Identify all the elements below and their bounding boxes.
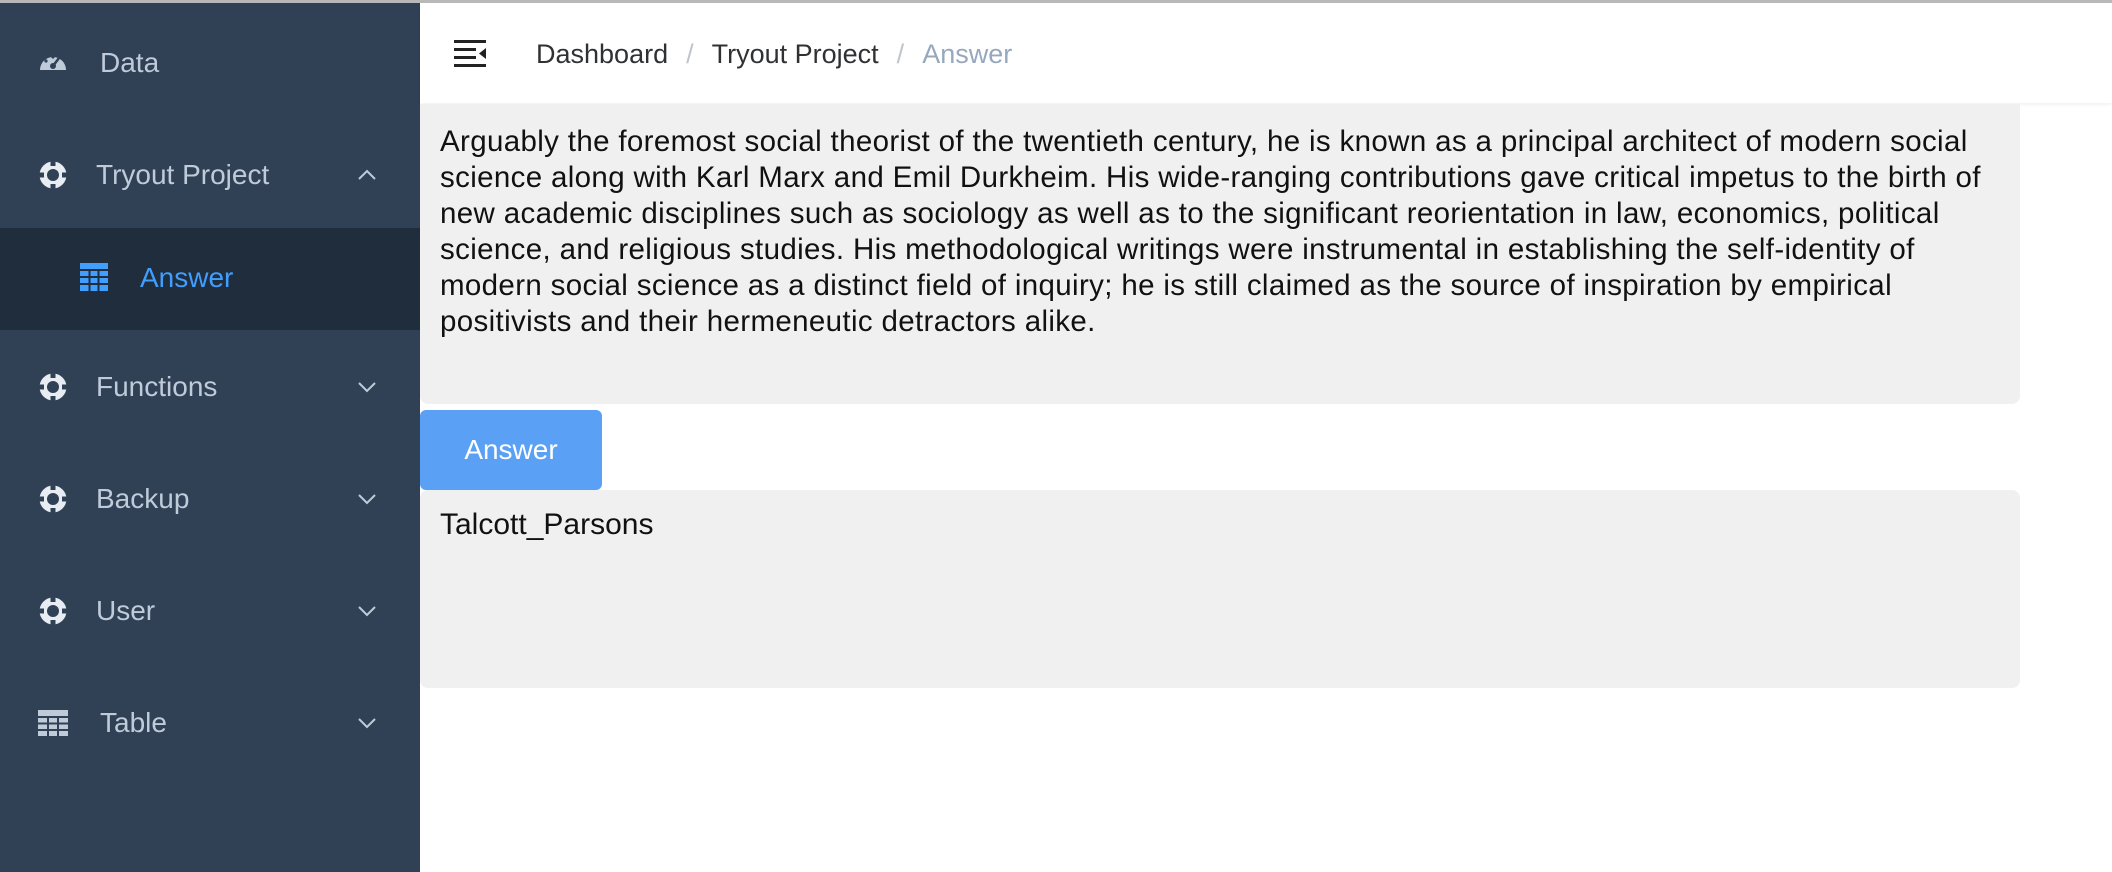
sidebar-item-backup[interactable]: Backup <box>0 449 420 549</box>
settings-icon <box>38 160 68 190</box>
sidebar-item-label: Data <box>100 47 160 78</box>
sidebar-item-label: User <box>96 595 156 626</box>
menu-fold-icon[interactable] <box>454 39 486 69</box>
sidebar-item-label: Functions <box>96 371 218 402</box>
question-text: Arguably the foremost social theorist of… <box>420 104 2020 404</box>
table-icon <box>38 710 68 736</box>
chevron-down-icon <box>358 382 376 393</box>
chevron-down-icon <box>358 606 376 617</box>
sidebar-item-data[interactable]: Data <box>0 13 420 113</box>
settings-icon <box>38 596 68 626</box>
sidebar-item-label: Tryout Project <box>96 159 270 190</box>
breadcrumb-dashboard[interactable]: Dashboard <box>536 39 668 69</box>
top-navbar: Dashboard / Tryout Project / Answer <box>420 3 2112 103</box>
dashboard-icon <box>40 55 66 70</box>
sidebar-item-user[interactable]: User <box>0 561 420 661</box>
table-icon <box>80 263 108 291</box>
sidebar-item-table[interactable]: Table <box>0 673 420 773</box>
sidebar-item-label: Backup <box>96 483 190 514</box>
breadcrumb-separator: / <box>896 39 905 69</box>
settings-icon <box>38 484 68 514</box>
settings-icon <box>38 372 68 402</box>
sidebar-item-answer[interactable]: Answer <box>0 228 420 330</box>
sidebar: Data Tryout Project Answer Functions Bac… <box>0 3 420 872</box>
breadcrumb: Dashboard / Tryout Project / Answer <box>536 39 1012 70</box>
chevron-down-icon <box>358 494 376 505</box>
breadcrumb-current: Answer <box>922 39 1013 69</box>
breadcrumb-tryout-project[interactable]: Tryout Project <box>712 39 879 69</box>
sidebar-item-functions[interactable]: Functions <box>0 337 420 437</box>
chevron-up-icon <box>358 169 376 180</box>
answer-output: Talcott_Parsons <box>420 490 2020 688</box>
breadcrumb-separator: / <box>686 39 694 69</box>
sidebar-item-label: Table <box>100 707 167 738</box>
chevron-down-icon <box>358 718 376 729</box>
sidebar-item-label: Answer <box>140 262 234 293</box>
sidebar-item-tryout-project[interactable]: Tryout Project <box>0 125 420 225</box>
window-top-border <box>0 0 2112 3</box>
answer-button[interactable]: Answer <box>420 410 602 490</box>
